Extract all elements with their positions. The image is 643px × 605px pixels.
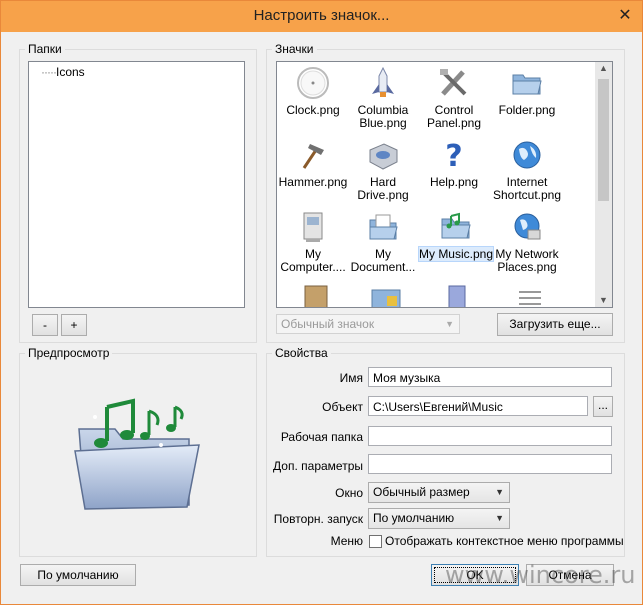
icon-item[interactable]: Control Panel.png <box>418 66 490 130</box>
add-folder-button[interactable]: + <box>61 314 87 336</box>
name-label: Имя <box>339 371 363 385</box>
icon-item[interactable]: Internet Shortcut.png <box>491 138 563 202</box>
music-folder-icon <box>441 212 471 239</box>
args-label: Доп. параметры <box>273 459 363 473</box>
partial-icon <box>304 285 328 307</box>
window-title: Настроить значок... <box>253 7 390 24</box>
preview-label: Предпросмотр <box>25 346 113 360</box>
icon-item[interactable]: Clock.png <box>277 66 349 117</box>
icon-item[interactable]: Hard Drive.png <box>347 138 419 202</box>
chevron-down-icon: ▼ <box>495 513 504 523</box>
icon-item[interactable]: My Document... <box>347 210 419 274</box>
tree-item-label: Icons <box>55 65 85 79</box>
args-field[interactable] <box>368 454 612 474</box>
properties-label: Свойства <box>272 346 331 360</box>
browse-button[interactable]: ... <box>593 396 613 417</box>
documents-icon <box>369 214 398 240</box>
icon-type-value: Обычный значок <box>281 317 375 331</box>
computer-icon <box>303 212 323 242</box>
restart-label: Повторн. запуск <box>273 512 363 526</box>
hard-drive-icon <box>369 143 398 170</box>
icon-item[interactable]: My Computer.... <box>277 210 349 274</box>
menu-label: Меню <box>330 534 363 548</box>
partial-icon <box>448 285 466 307</box>
svg-text:?: ? <box>445 139 462 172</box>
target-field[interactable]: C:\Users\Евгений\Music <box>368 396 588 416</box>
icon-type-select[interactable]: Обычный значок ▼ <box>276 314 460 334</box>
chevron-down-icon: ▼ <box>445 319 454 329</box>
icon-item[interactable]: My Network Places.png <box>491 210 563 274</box>
workdir-label: Рабочая папка <box>280 430 363 444</box>
folder-icon <box>512 74 542 95</box>
context-menu-checkbox[interactable] <box>369 535 382 548</box>
icons-list[interactable]: Clock.png Columbia Blue.png Control Pane… <box>276 61 613 308</box>
shuttle-icon <box>372 66 394 97</box>
folders-label: Папки <box>25 42 65 56</box>
preview-music-folder-icon <box>74 398 200 510</box>
partial-icon <box>519 291 541 305</box>
network-icon <box>514 213 541 240</box>
customize-icon-dialog: Настроить значок... ✕ Папки ·····Icons -… <box>0 0 643 605</box>
globe-icon <box>513 141 541 169</box>
clock-icon <box>297 67 329 99</box>
help-icon: ? <box>445 139 462 172</box>
icon-item[interactable]: Folder.png <box>491 66 563 117</box>
context-menu-checkbox-label: Отображать контекстное меню программы <box>385 534 624 548</box>
close-button[interactable]: ✕ <box>615 7 635 25</box>
target-label: Объект <box>322 400 363 414</box>
icons-scrollbar[interactable]: ▲ ▼ <box>595 62 612 307</box>
icon-item-selected[interactable]: My Music.png <box>417 210 495 262</box>
name-field[interactable]: Моя музыка <box>368 367 612 387</box>
folders-tree[interactable]: ·····Icons <box>28 61 245 308</box>
window-size-value: Обычный размер <box>373 485 470 499</box>
icon-item[interactable]: ? Help.png <box>418 138 490 189</box>
icon-item[interactable]: Hammer.png <box>277 138 349 189</box>
scroll-down-arrow[interactable]: ▼ <box>595 295 612 305</box>
tree-item-icons[interactable]: ·····Icons <box>41 65 85 79</box>
icon-item[interactable]: Columbia Blue.png <box>347 66 419 130</box>
window-size-select[interactable]: Обычный размер ▼ <box>368 482 510 503</box>
watermark: www.wincore.ru <box>445 561 636 589</box>
remove-folder-button[interactable]: - <box>32 314 58 336</box>
load-more-button[interactable]: Загрузить еще... <box>497 313 613 336</box>
tools-icon <box>440 69 467 96</box>
default-button[interactable]: По умолчанию <box>20 564 136 586</box>
chevron-down-icon: ▼ <box>495 487 504 497</box>
partial-icon <box>371 289 401 307</box>
restart-value: По умолчанию <box>373 511 455 525</box>
workdir-field[interactable] <box>368 426 612 446</box>
restart-select[interactable]: По умолчанию ▼ <box>368 508 510 529</box>
scroll-thumb[interactable] <box>598 79 609 201</box>
hammer-icon <box>302 144 324 169</box>
icons-label: Значки <box>272 42 317 56</box>
title-bar: Настроить значок... ✕ <box>1 1 642 32</box>
window-label: Окно <box>335 486 363 500</box>
scroll-up-arrow[interactable]: ▲ <box>595 63 612 73</box>
